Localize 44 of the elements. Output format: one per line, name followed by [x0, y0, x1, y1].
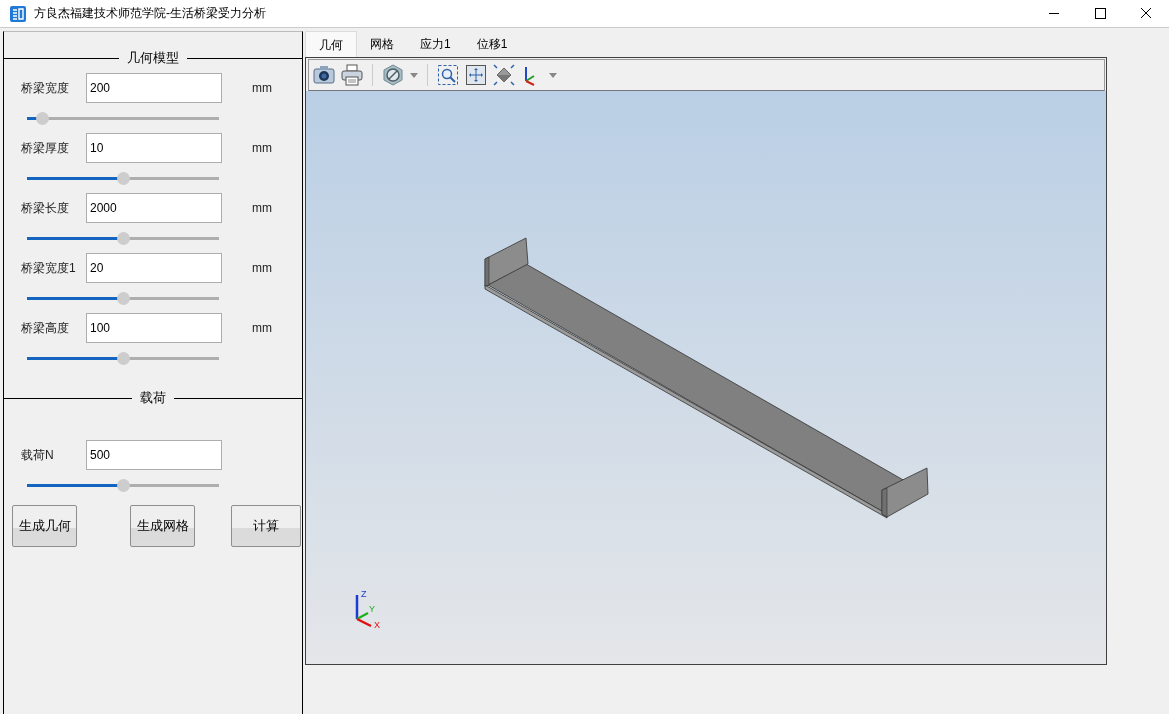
parameter-label: 载荷N — [21, 446, 55, 464]
section-title: 载荷 — [139, 389, 167, 407]
slider-thumb[interactable] — [117, 479, 130, 492]
caret-icon[interactable] — [410, 72, 418, 78]
unit-label: mm — [252, 261, 272, 275]
slider-thumb[interactable] — [117, 292, 130, 305]
value-field[interactable]: 20 — [86, 253, 222, 283]
unit-label: mm — [252, 81, 272, 95]
parameter-label: 桥梁长度 — [21, 199, 70, 217]
camera-icon[interactable] — [313, 64, 335, 86]
caret-icon[interactable] — [549, 72, 557, 78]
unit-label: mm — [252, 141, 272, 155]
window-title: 方良杰福建技术师范学院-生活桥梁受力分析 — [34, 5, 266, 22]
value-field[interactable]: 10 — [86, 133, 222, 163]
fit-view-icon[interactable] — [465, 64, 487, 86]
view-tab[interactable]: 几何 — [305, 31, 357, 57]
section-title: 几何模型 — [126, 49, 180, 67]
zoom-box-icon[interactable] — [437, 64, 459, 86]
slider-thumb[interactable] — [117, 352, 130, 365]
action-button[interactable]: 计算 — [231, 505, 301, 547]
slider-thumb[interactable] — [117, 172, 130, 185]
parameter-label: 桥梁宽度1 — [21, 259, 77, 277]
axis-triad: Z Y X — [352, 589, 386, 629]
action-button[interactable]: 生成几何 — [12, 505, 77, 547]
printer-icon[interactable] — [341, 64, 363, 86]
parameter-label: 桥梁宽度 — [21, 79, 70, 97]
iso-view-icon[interactable] — [493, 64, 515, 86]
value-field[interactable]: 500 — [86, 440, 222, 470]
value-field[interactable]: 200 — [86, 73, 222, 103]
section-icon[interactable] — [382, 64, 404, 86]
parameter-label: 桥梁厚度 — [21, 139, 70, 157]
action-button[interactable]: 生成网格 — [130, 505, 195, 547]
view-tab[interactable]: 网格 — [357, 31, 407, 57]
slider-thumb[interactable] — [117, 232, 130, 245]
3d-viewport[interactable]: Z Y X — [306, 91, 1106, 664]
view-tab[interactable]: 应力1 — [407, 31, 464, 57]
value-field[interactable]: 2000 — [86, 193, 222, 223]
slider-thumb[interactable] — [36, 112, 50, 125]
parameter-label: 桥梁高度 — [21, 319, 70, 337]
app-icon — [10, 5, 26, 22]
unit-label: mm — [252, 321, 272, 335]
value-field[interactable]: 100 — [86, 313, 222, 343]
view-tab[interactable]: 位移1 — [463, 31, 521, 57]
unit-label: mm — [252, 201, 272, 215]
